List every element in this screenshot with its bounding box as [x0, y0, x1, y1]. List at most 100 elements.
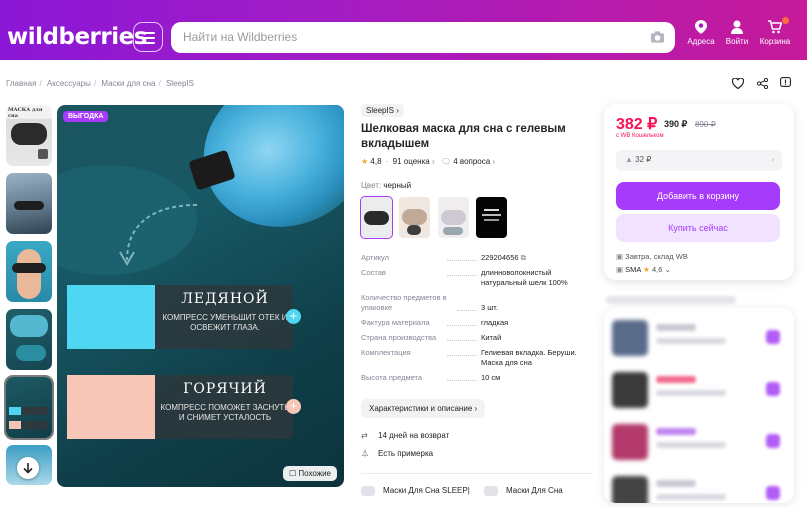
category-tags: Маски Для Сна SLEEP| Маски Для Сна: [361, 486, 563, 496]
arrow-decoration: [119, 204, 198, 266]
copy-icon[interactable]: ⧉: [521, 253, 526, 262]
recommendation-item[interactable]: [612, 472, 786, 503]
similar-button[interactable]: ☐ Похожие: [282, 466, 337, 481]
questions-link[interactable]: 4 вопроса: [453, 157, 490, 166]
user-icon: [731, 20, 743, 34]
plus-icon: +: [286, 309, 301, 324]
thumb-caption: МАСКА для сна: [8, 107, 43, 119]
color-option[interactable]: [437, 197, 469, 238]
chevron-down-icon: ⌄: [664, 265, 671, 274]
promo-badge: ВЫГОДКА: [63, 111, 109, 122]
wildberries-logo[interactable]: wildberries: [7, 24, 147, 50]
similar-label: Похожие: [298, 469, 331, 478]
category-tag[interactable]: Маски Для Сна: [506, 486, 563, 495]
spec-key: Страна производства: [361, 333, 437, 342]
star-icon: ★: [361, 157, 369, 166]
chevron-right-icon: ›: [771, 155, 774, 164]
breadcrumb-item[interactable]: SleepIS: [166, 79, 194, 88]
color-option[interactable]: [360, 196, 393, 239]
menu-button[interactable]: [133, 22, 163, 52]
hot-compress-panel: ГОРЯЧИЙ КОМПРЕСС ПОМОЖЕТ ЗАСНУТЬ И СНИМЕ…: [67, 375, 301, 439]
color-option[interactable]: [399, 197, 431, 238]
heart-icon[interactable]: [731, 76, 745, 94]
spec-key: Артикул: [361, 253, 389, 262]
spec-row: Фактура материала гладкая: [361, 318, 593, 328]
gallery-thumb[interactable]: МАСКА для сна: [6, 105, 52, 166]
article-number[interactable]: 229204656: [481, 253, 519, 262]
gallery-thumb[interactable]: [6, 309, 52, 370]
fitting-info: ⏃ Есть примерка: [361, 448, 433, 459]
spec-value: длинноволокнистый натуральный шелк 100%: [481, 268, 568, 287]
spec-key: Высота предмета: [361, 373, 423, 382]
camera-icon[interactable]: [650, 30, 665, 44]
spec-value: Китай: [481, 333, 502, 342]
cashback-icon: ▲: [625, 155, 636, 164]
share-icon[interactable]: [756, 76, 768, 94]
shop-icon: ▣: [616, 265, 626, 274]
brand-name: SleepIS: [366, 106, 395, 115]
recommendations-blurred: [604, 308, 794, 503]
spec-value: 10 см: [481, 373, 501, 382]
return-info: ⇄ 14 дней на возврат: [361, 431, 449, 440]
gallery-thumb[interactable]: [6, 241, 52, 302]
breadcrumb-item[interactable]: Аксессуары: [47, 79, 91, 88]
old-price: 890 ₽: [695, 120, 716, 129]
color-label-row: Цвет: черный: [361, 181, 411, 190]
location-pin-icon: [695, 20, 707, 34]
hot-swatch: [67, 375, 155, 439]
search-input[interactable]: Найти на Wildberries: [171, 22, 675, 53]
spec-key: Состав: [361, 268, 386, 277]
gallery-thumb-selected[interactable]: [4, 375, 54, 440]
similar-icon: ☐: [288, 469, 297, 478]
cashback-row[interactable]: ▲ 32 ₽ ›: [616, 150, 782, 171]
ice-swatch: [67, 285, 155, 349]
seller-name: SMA: [625, 265, 642, 274]
gallery-thumb[interactable]: [6, 173, 52, 234]
product-title: Шелковая маска для сна с гелевым вкладыш…: [361, 123, 566, 150]
recommendation-item[interactable]: [612, 316, 786, 361]
buy-now-button[interactable]: Купить сейчас: [616, 214, 780, 242]
recommendation-item[interactable]: [612, 368, 786, 413]
product-actions: [724, 76, 791, 94]
price: 390 ₽: [664, 119, 688, 129]
bag-icon: [484, 486, 499, 496]
scroll-down-button[interactable]: [17, 457, 39, 479]
breadcrumb-item[interactable]: Главная: [6, 79, 36, 88]
rating-row: ★ 4,8 · 91 оценка › 🗨 4 вопроса ›: [361, 157, 496, 166]
plus-icon: +: [286, 399, 301, 414]
report-icon[interactable]: [780, 76, 791, 94]
recommendation-item[interactable]: [612, 420, 786, 465]
brand-link[interactable]: SleepIS ›: [361, 104, 404, 117]
search-placeholder: Найти на Wildberries: [183, 30, 298, 44]
spec-value: 229204656 ⧉: [481, 253, 593, 263]
cart-icon: [768, 20, 782, 34]
wallet-note[interactable]: с WB Кошельком: [616, 133, 664, 139]
nav-label: Адреса: [687, 37, 715, 46]
cashback-value: 32 ₽: [635, 155, 652, 164]
seller-row[interactable]: ▣ SMA ★ 4,6 ⌄: [616, 265, 671, 274]
reviews-link[interactable]: 91 оценка: [393, 157, 430, 166]
cart-badge: [782, 17, 789, 24]
add-to-cart-button[interactable]: Добавить в корзину: [616, 182, 780, 210]
delivery-row: ▣ Завтра, склад WB: [616, 252, 688, 261]
spec-value: Гелиевая вкладка. Беруши. Маска для сна: [481, 348, 577, 367]
return-text: 14 дней на возврат: [378, 431, 450, 440]
spec-row: Состав длинноволокнистый натуральный шелк…: [361, 268, 593, 288]
category-tag[interactable]: Маски Для Сна SLEEP|: [383, 486, 470, 495]
wallet-price: 382 ₽: [616, 116, 658, 133]
arrow-down-icon: [23, 463, 33, 474]
spec-row: Высота предмета 10 см: [361, 373, 593, 383]
spec-row: Комплектация Гелиевая вкладка. Беруши. Ма…: [361, 348, 593, 368]
panel-text: КОМПРЕСС ПОМОЖЕТ ЗАСНУТЬ И СНИМЕТ УСТАЛО…: [160, 403, 290, 422]
characteristics-button[interactable]: Характеристики и описание ›: [361, 399, 486, 418]
nav-cart[interactable]: Корзина: [753, 17, 797, 46]
spec-key: Фактура материала: [361, 318, 430, 327]
breadcrumb-item[interactable]: Маски для сна: [101, 79, 155, 88]
spec-key: Количество предметов в упаковке: [361, 293, 447, 312]
color-label: Цвет:: [361, 181, 382, 190]
rating-value: 4,8: [370, 157, 382, 166]
buy-box: 382 ₽ 390 ₽ 890 ₽ с WB Кошельком ▲ 32 ₽ ›…: [604, 104, 794, 280]
return-icon: ⇄: [361, 431, 368, 440]
main-product-image[interactable]: ВЫГОДКА ЛЕДЯНОЙ КОМПРЕСС УМЕНЬШИТ ОТЕК И…: [57, 105, 344, 487]
color-option[interactable]: [476, 197, 508, 238]
